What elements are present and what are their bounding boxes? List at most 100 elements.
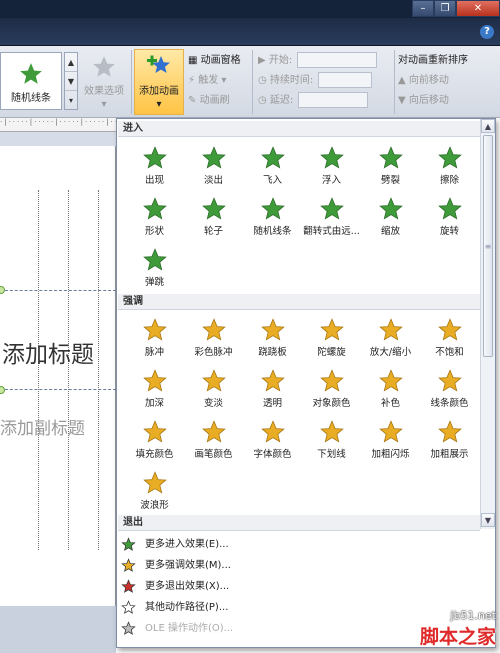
move-earlier-button[interactable]: ▲ 向前移动 <box>398 71 468 91</box>
effect-item[interactable]: 陀螺旋 <box>302 313 361 364</box>
effect-item[interactable]: 透明 <box>243 364 302 415</box>
emphasis-effects-grid: 脉冲 彩色脉冲 跷跷板 陀螺旋 放大/缩小 不饱和加深 变淡 透明 对象颜色 补色 线条颜色填充颜色… <box>125 313 479 517</box>
effect-star-icon <box>125 317 184 343</box>
animation-gallery-item[interactable]: 随机线条 <box>0 52 62 110</box>
effect-label: 轮子 <box>203 226 223 237</box>
scroll-thumb[interactable]: ≡ <box>483 135 493 357</box>
animation-ribbon: 随机线条 ▲ ▼ ▾ 效果选项 ▾ 添加动画 ▾ ▦ 动画窗格 ⚡ 触发 ▾ ✎ <box>0 46 500 118</box>
effect-item[interactable]: 脉冲 <box>125 313 184 364</box>
scroll-down-icon[interactable]: ▼ <box>481 513 495 527</box>
effect-item[interactable]: 波浪形 <box>125 466 184 517</box>
effect-item[interactable]: 字体颜色 <box>243 415 302 466</box>
effect-item[interactable]: 浮入 <box>302 141 361 192</box>
animation-pane-button[interactable]: ▦ 动画窗格 <box>188 51 241 71</box>
effect-item[interactable]: 对象颜色 <box>302 364 361 415</box>
effect-options-button[interactable]: 效果选项 ▾ <box>80 52 128 110</box>
effect-item[interactable]: 补色 <box>361 364 420 415</box>
resize-grip[interactable] <box>237 635 377 645</box>
ribbon-tab-row: ? <box>0 18 500 46</box>
effect-item[interactable]: 放大/缩小 <box>361 313 420 364</box>
effect-item[interactable]: 变淡 <box>184 364 243 415</box>
effect-label: 填充颜色 <box>135 449 174 460</box>
subtitle-placeholder[interactable]: 添加副标题 <box>0 414 85 439</box>
add-animation-label: 添加动画 <box>139 86 179 97</box>
effect-label: 弹跳 <box>144 277 164 288</box>
more-effects-item[interactable]: 更多强调效果(M)... <box>117 555 495 576</box>
effect-label: 波浪形 <box>140 500 169 511</box>
up-arrow-icon: ▲ <box>398 75 406 86</box>
effect-label: 画笔颜色 <box>194 449 233 460</box>
effect-label: 飞入 <box>262 175 282 186</box>
restore-button[interactable]: ❐ <box>434 0 456 17</box>
gallery-more-icon[interactable]: ▾ <box>65 91 77 110</box>
close-button[interactable]: ✕ <box>456 0 500 17</box>
random-bars-star-icon <box>20 63 42 84</box>
effect-item[interactable]: 画笔颜色 <box>184 415 243 466</box>
clock-icon: ◷ <box>258 75 267 86</box>
effect-item[interactable]: 线条颜色 <box>420 364 479 415</box>
effect-item[interactable]: 形状 <box>125 192 184 243</box>
more-effects-label: 其他动作路径(P)... <box>145 602 229 613</box>
minimize-button[interactable]: – <box>412 0 434 17</box>
effect-item[interactable]: 轮子 <box>184 192 243 243</box>
effect-item[interactable]: 随机线条 <box>243 192 302 243</box>
effect-item[interactable]: 跷跷板 <box>243 313 302 364</box>
more-effects-label: OLE 操作动作(O)... <box>145 623 234 634</box>
effect-item[interactable]: 不饱和 <box>420 313 479 364</box>
effect-star-icon <box>420 419 479 445</box>
down-arrow-icon: ▼ <box>398 95 406 106</box>
effect-label: 加粗展示 <box>430 449 469 460</box>
scroll-up-icon[interactable]: ▲ <box>481 119 495 133</box>
effect-label: 字体颜色 <box>253 449 292 460</box>
effect-item[interactable]: 缩放 <box>361 192 420 243</box>
duration-label: 持续时间: <box>269 75 314 86</box>
effect-item[interactable]: 弹跳 <box>125 243 184 294</box>
more-effects-item[interactable]: 更多退出效果(X)... <box>117 576 495 597</box>
add-animation-button[interactable]: 添加动画 ▾ <box>134 49 184 115</box>
effect-star-icon <box>361 145 420 171</box>
start-label: 开始: <box>268 55 293 66</box>
effect-star-icon <box>243 196 302 222</box>
add-animation-dropdown: 进入 出现 淡出 飞入 浮入 劈裂 擦除 形状 轮子 随机线条 翻转式由远... 缩放 旋转 弹跳 强调… <box>116 118 496 648</box>
animation-painter-button[interactable]: ✎ 动画刷 <box>188 91 241 111</box>
effect-label: 脉冲 <box>144 347 164 358</box>
effect-item[interactable]: 彩色脉冲 <box>184 313 243 364</box>
effect-star-icon <box>361 317 420 343</box>
title-placeholder[interactable]: 添加标题 <box>2 335 94 369</box>
gallery-scroll[interactable]: ▲ ▼ ▾ <box>64 52 78 110</box>
duration-input[interactable] <box>318 72 373 88</box>
effect-item[interactable]: 加粗闪烁 <box>361 415 420 466</box>
effect-item[interactable]: 填充颜色 <box>125 415 184 466</box>
delay-input[interactable] <box>298 92 369 108</box>
start-select[interactable] <box>297 52 378 68</box>
effect-star-icon <box>184 145 243 171</box>
watermark-name: 脚本之家 <box>419 626 496 648</box>
move-later-button[interactable]: ▼ 向后移动 <box>398 91 468 111</box>
effect-label: 随机线条 <box>253 226 292 237</box>
effect-star-icon <box>125 368 184 394</box>
more-effects-item[interactable]: 更多进入效果(E)... <box>117 534 495 555</box>
effects-scrollbar[interactable]: ▲ ≡ ▼ <box>480 119 495 529</box>
effect-star-icon <box>302 317 361 343</box>
watermark: jb51.net 脚本之家 <box>420 609 496 649</box>
effect-item[interactable]: 下划线 <box>302 415 361 466</box>
effect-item[interactable]: 出现 <box>125 141 184 192</box>
effect-item[interactable]: 擦除 <box>420 141 479 192</box>
help-icon[interactable]: ? <box>480 25 494 39</box>
delay-row: ◷ 延迟: <box>258 91 377 111</box>
effect-item[interactable]: 淡出 <box>184 141 243 192</box>
effect-label: 浮入 <box>321 175 341 186</box>
delay-clock-icon: ◷ <box>258 95 267 106</box>
effect-item[interactable]: 加深 <box>125 364 184 415</box>
effect-item[interactable]: 翻转式由远... <box>302 192 361 243</box>
gallery-item-label: 随机线条 <box>11 93 51 104</box>
effect-item[interactable]: 劈裂 <box>361 141 420 192</box>
effect-item[interactable]: 加粗展示 <box>420 415 479 466</box>
gear-icon <box>121 621 136 644</box>
effect-item[interactable]: 飞入 <box>243 141 302 192</box>
gallery-up-icon[interactable]: ▲ <box>65 53 77 72</box>
effect-item[interactable]: 旋转 <box>420 192 479 243</box>
slide-bottom-area <box>0 606 116 653</box>
gallery-down-icon[interactable]: ▼ <box>65 72 77 91</box>
trigger-button[interactable]: ⚡ 触发 ▾ <box>188 71 241 91</box>
